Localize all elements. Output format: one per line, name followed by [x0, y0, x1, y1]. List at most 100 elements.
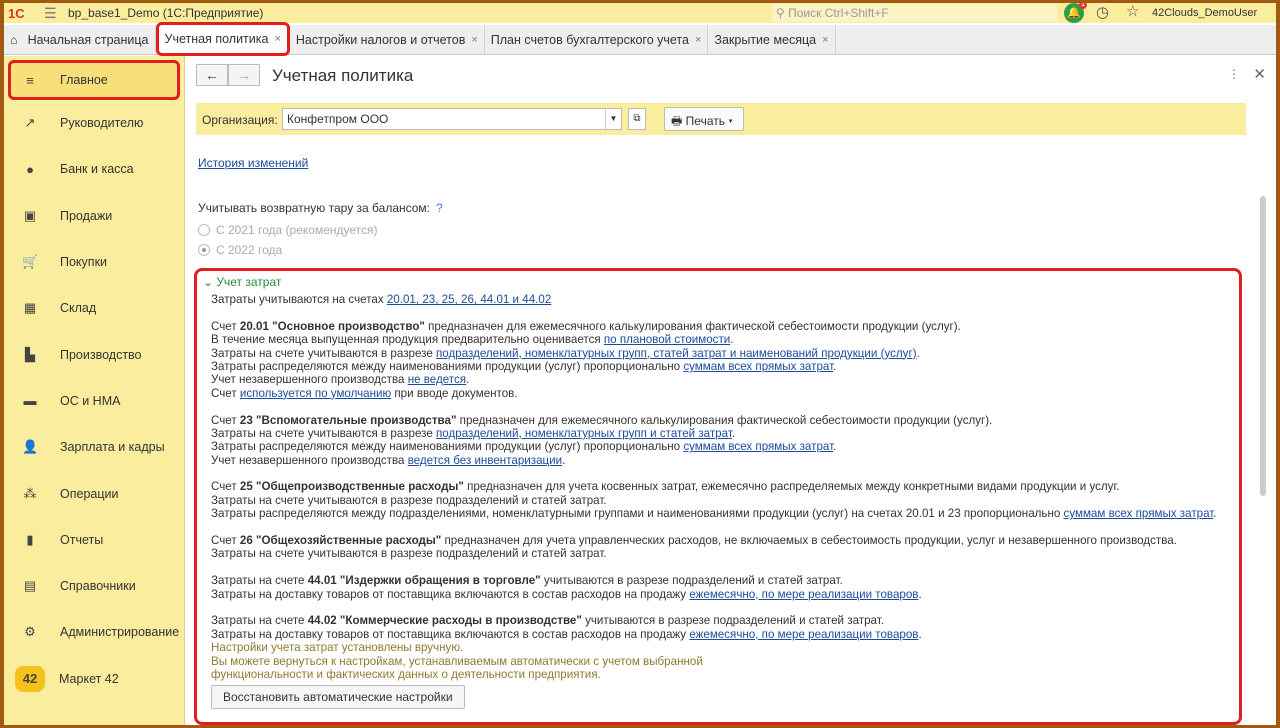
text-segment: Счет — [211, 413, 240, 427]
return-packaging-label: Учитывать возвратную тару за балансом:? — [198, 201, 443, 215]
close-icon[interactable]: ✕ — [1253, 65, 1266, 83]
sidebar-item[interactable]: ▣ Продажи — [4, 193, 184, 239]
text-line: Затраты учитываются на счетах 20.01, 23,… — [211, 293, 1239, 306]
setting-link[interactable]: используется по умолчанию — [240, 387, 391, 400]
sidebar-item[interactable]: ▙ Производство — [4, 331, 184, 377]
radio-icon[interactable] — [198, 244, 210, 256]
back-button[interactable]: ← — [196, 64, 228, 86]
setting-link[interactable]: ежемесячно, по мере реализации товаров — [689, 588, 918, 601]
section-icon: ↗ — [24, 115, 36, 131]
text-segment: Затраты учитываются на счетах — [211, 293, 387, 306]
sidebar-item-label: Отчеты — [60, 532, 104, 547]
radio-2022[interactable]: С 2022 года — [198, 243, 282, 257]
setting-link[interactable]: подразделений, номенклатурных групп, ста… — [436, 347, 917, 360]
text-line — [211, 467, 1239, 480]
favorites-star-icon[interactable]: ☆ — [1126, 3, 1139, 20]
text-segment: Счет — [211, 480, 240, 494]
page-title: Учетная политика — [272, 66, 414, 85]
close-icon[interactable]: × — [471, 34, 477, 46]
tab-month-close[interactable]: Закрытие месяца × — [708, 24, 836, 55]
setting-link[interactable]: 20.01, 23, 25, 26, 44.01 и 44.02 — [387, 293, 551, 306]
sidebar-item-label: Зарплата и кадры — [60, 440, 165, 455]
close-icon[interactable]: × — [274, 33, 280, 45]
setting-link[interactable]: суммам всех прямых затрат — [683, 360, 833, 373]
sidebar-item[interactable]: ▤ Справочники — [4, 563, 184, 609]
notification-count: 1 — [1079, 3, 1087, 9]
section-icon: ● — [26, 161, 34, 177]
text-segment: . — [730, 333, 734, 347]
sidebar-item[interactable]: ≡ Главное — [8, 60, 180, 100]
sidebar-item[interactable]: ▬ ОС и НМА — [4, 378, 184, 424]
cost-accounting-section: ⌄ Учет затрат Затраты учитываются на сче… — [194, 268, 1242, 725]
forward-button[interactable]: → — [228, 64, 260, 86]
notifications-bell-icon[interactable]: 🔔 1 — [1064, 3, 1087, 23]
sidebar-item[interactable]: 👤 Зарплата и кадры — [4, 424, 184, 470]
sidebar-item[interactable]: 42 Маркет 42 — [4, 656, 184, 702]
sidebar-item[interactable]: ● Банк и касса — [4, 146, 184, 192]
restore-defaults-button[interactable]: Восстановить автоматические настройки — [211, 685, 465, 710]
radio-label: С 2021 года (рекомендуется) — [216, 223, 378, 237]
text-segment: . — [918, 587, 922, 601]
text-line: Затраты на счете учитываются в разрезе п… — [211, 494, 1239, 507]
text-segment: Затраты распределяются между наименовани… — [211, 440, 684, 454]
tab-home[interactable]: ⌂ Начальная страница — [4, 24, 156, 55]
scrollbar[interactable] — [1260, 196, 1266, 496]
sidebar-item[interactable]: ↗ Руководителю — [4, 100, 184, 146]
text-line: Затраты на счете учитываются в разрезе п… — [211, 347, 1239, 360]
sidebar-item[interactable]: ▮ Отчеты — [4, 517, 184, 563]
text-segment: Счет — [211, 386, 240, 400]
menu-icon[interactable]: ☰ — [44, 5, 58, 22]
search-input[interactable]: ⚲ Поиск Ctrl+Shift+F — [772, 4, 1057, 22]
tab-label: Учетная политика — [164, 31, 269, 46]
tab-accounting-policy[interactable]: Учетная политика × — [155, 21, 290, 56]
chevron-down-icon[interactable]: ▼ — [605, 109, 621, 129]
account-name: 44.02 "Коммерческие расходы в производст… — [307, 614, 582, 628]
sidebar-item-label: Склад — [60, 301, 97, 316]
more-icon[interactable]: ⋮ — [1228, 67, 1240, 81]
text-line: Затраты на счете 44.02 "Коммерческие рас… — [211, 614, 1239, 627]
sidebar-item[interactable]: 🛒 Покупки — [4, 239, 184, 285]
close-icon[interactable]: × — [822, 34, 828, 46]
text-segment: Затраты на доставку товаров от поставщик… — [211, 587, 690, 601]
open-icon[interactable]: ⧉ — [628, 108, 646, 130]
help-icon[interactable]: ? — [436, 201, 443, 215]
organization-field[interactable]: Конфетпром ООО ▼ — [282, 108, 622, 130]
setting-link[interactable]: суммам всех прямых затрат — [683, 440, 833, 453]
manual-settings-note: Настройки учета затрат установлены вручн… — [211, 641, 1239, 681]
close-icon[interactable]: × — [695, 34, 701, 46]
section-icon: ≡ — [26, 72, 34, 88]
history-link[interactable]: История изменений — [198, 156, 308, 170]
setting-link[interactable]: не ведется — [408, 373, 466, 386]
sidebar-item[interactable]: ⁂ Операции — [4, 470, 184, 516]
text-line: Счет 23 "Вспомогательные производства" п… — [211, 414, 1239, 427]
radio-icon[interactable] — [198, 224, 210, 236]
user-name[interactable]: 42Clouds_DemoUser — [1152, 7, 1257, 19]
section-icon: ⚙ — [24, 624, 36, 640]
tab-chart-of-accounts[interactable]: План счетов бухгалтерского учета × — [485, 24, 709, 55]
section-icon: ▙ — [25, 346, 35, 362]
setting-link[interactable]: суммам всех прямых затрат — [1064, 507, 1214, 520]
setting-link[interactable]: ежемесячно, по мере реализации товаров — [689, 628, 918, 641]
history-icon[interactable]: ◷ — [1096, 3, 1109, 21]
section-icon: 42 — [15, 665, 45, 692]
section-icon: 👤 — [22, 439, 39, 455]
section-icon: ▤ — [23, 578, 37, 594]
text-segment: . — [916, 346, 920, 360]
setting-link[interactable]: подразделений, номенклатурных групп и ст… — [436, 427, 732, 440]
text-line: Затраты на доставку товаров от поставщик… — [211, 588, 1239, 601]
account-name: 23 "Вспомогательные производства" — [239, 413, 457, 427]
setting-link[interactable]: по плановой стоимости — [604, 333, 730, 346]
app-title: bp_base1_Demo (1С:Предприятие) — [68, 6, 264, 20]
radio-2021[interactable]: С 2021 года (рекомендуется) — [198, 223, 378, 237]
text-segment: Затраты распределяются между подразделен… — [211, 507, 1064, 521]
group-header[interactable]: ⌄ Учет затрат — [203, 275, 1239, 289]
sidebar-item[interactable]: ▦ Склад — [4, 285, 184, 331]
sidebar-item[interactable]: ⚙ Администрирование — [4, 609, 184, 655]
text-segment: . — [833, 359, 837, 373]
print-button[interactable]: 🖶 Печать ▾ — [664, 107, 744, 131]
setting-link[interactable]: ведется без инвентаризации — [408, 454, 562, 467]
text-line: Счет 26 "Общехозяйственные расходы" пред… — [211, 534, 1239, 547]
sidebar-item-label: Банк и касса — [60, 162, 134, 177]
account-name: 20.01 "Основное производство" — [239, 319, 425, 333]
tab-tax-settings[interactable]: Настройки налогов и отчетов × — [290, 24, 485, 55]
